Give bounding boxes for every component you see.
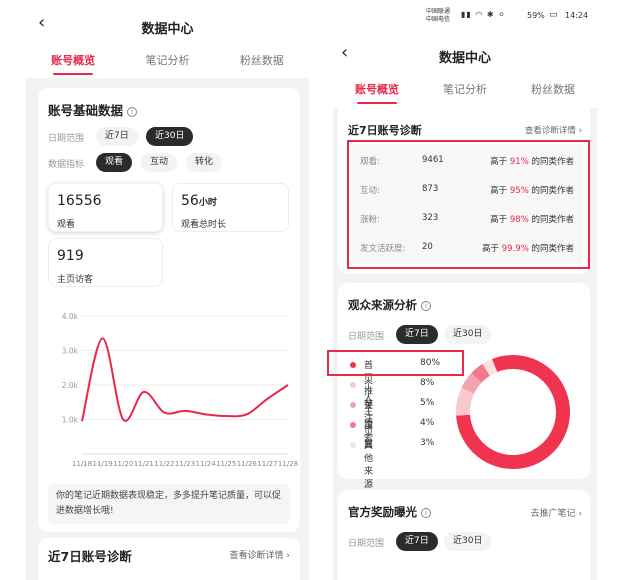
x-tick-label: 11/22 xyxy=(154,460,174,468)
date-30d-chip[interactable]: 近30日 xyxy=(444,532,492,551)
stat-label: 主页访客 xyxy=(57,275,94,285)
date-7d-chip[interactable]: 近7日 xyxy=(396,532,438,551)
date-range-label: 日期范围 xyxy=(348,539,385,549)
legend-percent: 4% xyxy=(420,418,435,428)
stat-profile-visitors[interactable]: 919 主页访客 xyxy=(48,238,163,287)
y-tick-label: 2.0k xyxy=(62,381,79,390)
stat-watch-time[interactable]: 56小时 观看总时长 xyxy=(172,183,289,232)
carrier-info: 中国联通 中国电信 xyxy=(426,8,451,23)
diag-title: 近7日账号诊断 xyxy=(48,549,132,564)
signal-icon: ▮▮ ◠ ✱ ⚪ xyxy=(461,10,506,19)
x-tick-label: 11/27 xyxy=(257,460,277,468)
audience-source-card: 观众来源分析 i 日期范围 近7日 近30日 首页推荐 80% 个人主页 8% 关注页面 5… xyxy=(338,283,590,490)
donut-slice xyxy=(461,372,482,394)
legend-name: 其他来源 xyxy=(364,441,374,490)
donut-slice xyxy=(482,359,498,376)
battery-percent: 59% xyxy=(527,11,545,20)
x-tick-label: 11/26 xyxy=(237,460,258,468)
y-tick-label: 1.0k xyxy=(62,416,79,425)
date-7d-chip[interactable]: 近7日 xyxy=(396,325,438,344)
reward-title: 官方奖励曝光 i xyxy=(348,504,431,520)
x-tick-label: 11/23 xyxy=(175,460,195,468)
tab-bar: 账号概览 笔记分析 粉丝数据 xyxy=(333,81,597,104)
legend-dot-icon xyxy=(350,442,356,448)
legend-dot-icon xyxy=(350,422,356,428)
left-header: ‹ 数据中心 账号概览 笔记分析 粉丝数据 xyxy=(26,0,309,78)
donut-slice xyxy=(456,387,475,416)
donut-slice xyxy=(471,363,491,383)
tab-note-analysis[interactable]: 笔记分析 xyxy=(443,81,487,103)
basic-data-card: 账号基础数据 i 日期范围 近7日 近30日 数据指标 观看 互动 转化 1655… xyxy=(38,88,300,532)
page-title: 数据中心 xyxy=(438,51,491,66)
diag-card-preview: 近7日账号诊断 查看诊断详情 › xyxy=(38,538,300,580)
performance-note: 你的笔记近期数据表现稳定，多多提升笔记质量，可以促进数据增长哦! xyxy=(48,484,290,524)
tab-note-analysis[interactable]: 笔记分析 xyxy=(145,52,189,74)
diag-detail-link[interactable]: 查看诊断详情 › xyxy=(230,548,290,561)
reward-exposure-card: 官方奖励曝光 i 去推广笔记 › 日期范围 近7日 近30日 xyxy=(338,490,590,580)
x-tick-label: 11/28 xyxy=(278,460,298,468)
diag-highlight-box xyxy=(347,140,590,269)
promote-note-link[interactable]: 去推广笔记 › xyxy=(531,506,582,519)
legend-dot-icon xyxy=(350,402,356,408)
stat-value: 16556 xyxy=(57,193,102,209)
x-tick-label: 11/18 xyxy=(72,460,92,468)
source-highlight-box xyxy=(327,350,464,376)
date-30d-chip[interactable]: 近30日 xyxy=(146,127,194,146)
legend-percent: 5% xyxy=(420,398,435,408)
diag-detail-link[interactable]: 查看诊断详情 › xyxy=(525,124,582,136)
tab-fan-data[interactable]: 粉丝数据 xyxy=(240,52,284,74)
right-screen: 中国联通 中国电信 ▮▮ ◠ ✱ ⚪ 59% ▭ 14:24 ‹ 数据中心 账号概… xyxy=(333,0,597,580)
stat-value: 919 xyxy=(57,248,84,264)
diag-title: 近7日账号诊断 xyxy=(348,124,422,137)
info-icon[interactable]: i xyxy=(127,107,138,117)
date-30d-chip[interactable]: 近30日 xyxy=(444,325,492,344)
page-title: 数据中心 xyxy=(141,22,194,37)
info-icon[interactable]: i xyxy=(421,508,431,518)
y-tick-label: 3.0k xyxy=(62,347,79,356)
date-range-label: 日期范围 xyxy=(348,332,385,342)
x-tick-label: 11/20 xyxy=(113,460,133,468)
date-range-label: 日期范围 xyxy=(48,134,85,144)
stat-views[interactable]: 16556 观看 xyxy=(48,183,163,232)
basic-data-title: 账号基础数据 i xyxy=(48,100,138,119)
audience-source-title: 观众来源分析 i xyxy=(348,297,431,313)
tab-account-overview[interactable]: 账号概览 xyxy=(355,81,399,104)
legend-dot-icon xyxy=(350,382,356,388)
battery-icon: ▭ xyxy=(549,10,558,20)
tab-bar: 账号概览 笔记分析 粉丝数据 xyxy=(26,52,309,75)
metric-interaction-chip[interactable]: 互动 xyxy=(141,153,178,172)
source-donut-chart xyxy=(456,355,570,469)
tab-account-overview[interactable]: 账号概览 xyxy=(51,52,95,75)
x-tick-label: 11/25 xyxy=(216,460,236,468)
views-line-chart: 4.0k3.0k2.0k1.0k11/18 11/19 11/20 11/21 11/2… xyxy=(62,312,298,468)
stat-label: 观看 xyxy=(57,220,76,230)
x-tick-label: 11/19 xyxy=(93,460,113,468)
legend-percent: 3% xyxy=(420,438,435,448)
y-tick-label: 4.0k xyxy=(62,312,79,321)
legend-percent: 8% xyxy=(420,378,435,388)
right-header: 中国联通 中国电信 ▮▮ ◠ ✱ ⚪ 59% ▭ 14:24 ‹ 数据中心 账号概… xyxy=(333,0,597,108)
info-icon[interactable]: i xyxy=(421,301,431,311)
status-time: 14:24 xyxy=(565,11,589,20)
metric-conversion-chip[interactable]: 转化 xyxy=(186,153,223,172)
tab-fan-data[interactable]: 粉丝数据 xyxy=(531,81,575,103)
metric-label: 数据指标 xyxy=(48,160,85,170)
x-tick-label: 11/24 xyxy=(196,460,217,468)
date-7d-chip[interactable]: 近7日 xyxy=(96,127,138,146)
metric-views-chip[interactable]: 观看 xyxy=(96,153,133,172)
stat-label: 观看总时长 xyxy=(181,220,227,230)
stat-value: 56小时 xyxy=(181,193,217,209)
x-tick-label: 11/21 xyxy=(134,460,154,468)
left-screen: ‹ 数据中心 账号概览 笔记分析 粉丝数据 账号基础数据 i 日期范围 近7日 近… xyxy=(26,0,309,580)
